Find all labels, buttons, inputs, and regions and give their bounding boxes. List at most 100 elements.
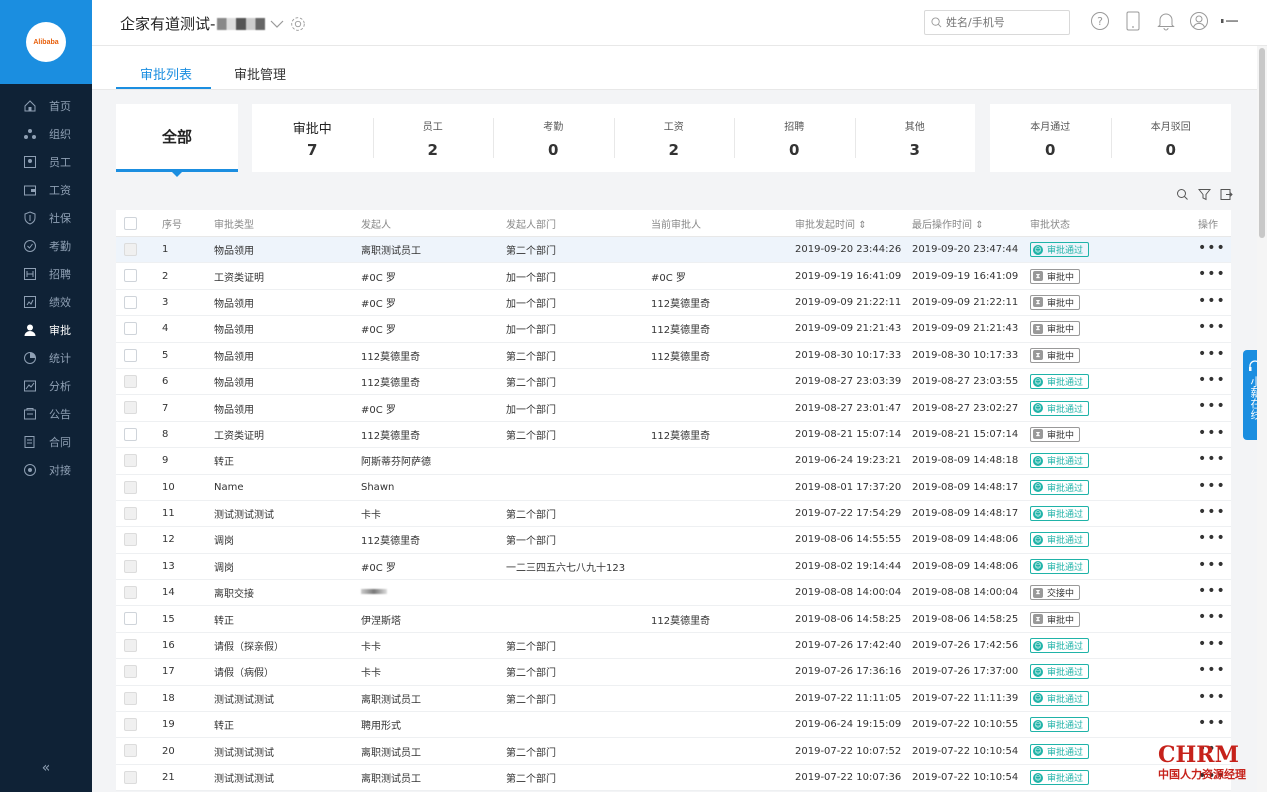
sidebar-item-8[interactable]: 审批: [0, 316, 92, 344]
table-row[interactable]: 18 测试测试测试 离职测试员工 第二个部门 2019-07-22 11:11:05 20…: [116, 686, 1231, 713]
menu-icon[interactable]: [1220, 11, 1240, 31]
table-row[interactable]: 20 测试测试测试 离职测试员工 第二个部门 2019-07-22 10:07:52 20…: [116, 738, 1231, 765]
mobile-icon[interactable]: [1123, 11, 1143, 31]
sidebar-item-13[interactable]: 对接: [0, 456, 92, 484]
summary-card[interactable]: 其他 3: [854, 104, 976, 172]
summary-card[interactable]: 招聘 0: [734, 104, 855, 172]
scrollbar-thumb[interactable]: [1259, 48, 1265, 238]
search-box[interactable]: [924, 10, 1070, 35]
export-icon[interactable]: [1220, 188, 1234, 202]
sidebar-item-5[interactable]: 考勤: [0, 232, 92, 260]
sidebar-item-3[interactable]: 工资: [0, 176, 92, 204]
cell-last-time: 2019-07-22 10:10:54: [912, 772, 1019, 783]
table-row[interactable]: 19 转正 聘用形式 2019-06-24 19:15:09 2019-07-22 10…: [116, 712, 1231, 739]
gear-icon[interactable]: [289, 15, 307, 33]
table-row[interactable]: 1 物品领用 离职测试员工 第二个部门 2019-09-20 23:44:26 2019-…: [116, 237, 1231, 264]
table-row[interactable]: 6 物品领用 112莫德里奇 第二个部门 2019-08-27 23:03:39 2019…: [116, 369, 1231, 396]
sidebar-item-10[interactable]: 分析: [0, 372, 92, 400]
more-actions-icon[interactable]: •••: [1198, 240, 1226, 256]
more-actions-icon[interactable]: •••: [1198, 451, 1226, 467]
more-actions-icon[interactable]: •••: [1198, 557, 1226, 573]
row-checkbox[interactable]: [124, 295, 137, 309]
table-row[interactable]: 2 工资类证明 #0C 罗 加一个部门 #0C 罗 2019-09-19 16:41:09…: [116, 263, 1231, 290]
more-actions-icon[interactable]: •••: [1198, 583, 1226, 599]
table-row[interactable]: 17 请假（病假） 卡卡 第二个部门 2019-07-26 17:36:16 2019-0…: [116, 659, 1231, 686]
cell-approver: 112莫德里奇: [651, 430, 711, 442]
filter-icon[interactable]: [1198, 188, 1212, 202]
table-row[interactable]: 7 物品领用 #0C 罗 加一个部门 2019-08-27 23:01:47 2019-0…: [116, 395, 1231, 422]
more-actions-icon[interactable]: •••: [1198, 715, 1226, 731]
more-actions-icon[interactable]: •••: [1198, 398, 1226, 414]
sidebar-item-1[interactable]: 组织: [0, 120, 92, 148]
table-row[interactable]: 16 请假（探亲假） 卡卡 第二个部门 2019-07-26 17:42:40 2019-…: [116, 633, 1231, 660]
more-actions-icon[interactable]: •••: [1198, 266, 1226, 282]
table-row[interactable]: 4 物品领用 #0C 罗 加一个部门 112莫德里奇 2019-09-09 21:21:4…: [116, 316, 1231, 343]
more-actions-icon[interactable]: •••: [1198, 372, 1226, 388]
collapse-sidebar-icon[interactable]: «: [0, 760, 92, 776]
table-row[interactable]: 10 Name Shawn 2019-08-01 17:37:20 2019-08-09…: [116, 475, 1231, 501]
filter-all-card[interactable]: 全部: [116, 104, 238, 177]
summary-card[interactable]: 本月驳回 0: [1110, 104, 1232, 172]
more-actions-icon[interactable]: •••: [1198, 530, 1226, 546]
select-all-checkbox[interactable]: [124, 217, 137, 230]
summary-card[interactable]: 考勤 0: [493, 104, 614, 172]
search-input[interactable]: [946, 16, 1066, 29]
sidebar-item-12[interactable]: 合同: [0, 428, 92, 456]
cell-initiator: #0C 罗: [361, 404, 396, 416]
more-actions-icon[interactable]: •••: [1198, 478, 1226, 494]
sidebar-item-2[interactable]: 员工: [0, 148, 92, 176]
header-start-time[interactable]: 审批发起时间 ⇕: [795, 216, 867, 231]
table-row[interactable]: 13 调岗 #0C 罗 一二三四五六七八九十123 2019-08-02 19:14:4…: [116, 554, 1231, 581]
sidebar-item-label: 绩效: [49, 296, 71, 309]
row-checkbox: [124, 454, 137, 468]
scrollbar[interactable]: [1257, 46, 1267, 792]
company-switcher[interactable]: 企家有道测试-: [120, 13, 307, 34]
sidebar-item-0[interactable]: 首页: [0, 92, 92, 120]
bell-icon[interactable]: [1156, 11, 1176, 31]
more-actions-icon[interactable]: •••: [1198, 425, 1226, 441]
cell-no: 11: [162, 508, 175, 520]
tab-approval-list[interactable]: 审批列表: [140, 64, 192, 83]
watermark: CHRM 中国人力资源经理: [1158, 742, 1246, 781]
sidebar-item-6[interactable]: 招聘: [0, 260, 92, 288]
row-checkbox[interactable]: [124, 427, 137, 441]
table-row[interactable]: 21 测试测试测试 离职测试员工 第二个部门 2019-07-22 10:07:36 20…: [116, 765, 1231, 792]
row-checkbox[interactable]: [124, 269, 137, 283]
more-actions-icon[interactable]: •••: [1198, 319, 1226, 335]
help-icon[interactable]: ?: [1090, 11, 1110, 31]
table-row[interactable]: 14 离职交接 2019-08-08 14:00:04 2019-08-08 14:0…: [116, 580, 1231, 607]
sidebar-item-label: 统计: [49, 352, 71, 365]
summary-card[interactable]: 本月通过 0: [990, 104, 1111, 172]
summary-card[interactable]: 员工 2: [372, 104, 494, 172]
more-actions-icon[interactable]: •••: [1198, 662, 1226, 678]
table-row[interactable]: 5 物品领用 112莫德里奇 第二个部门 112莫德里奇 2019-08-30 10:17…: [116, 343, 1231, 369]
sidebar-item-7[interactable]: 绩效: [0, 288, 92, 316]
table-row[interactable]: 12 调岗 112莫德里奇 第一个部门 2019-08-06 14:55:55 2019-…: [116, 527, 1231, 554]
summary-card[interactable]: 审批中 7: [252, 104, 373, 172]
table-row[interactable]: 11 测试测试测试 卡卡 第二个部门 2019-07-22 17:54:29 2019-0…: [116, 501, 1231, 528]
row-checkbox[interactable]: [124, 322, 137, 336]
company-logo[interactable]: Alibaba: [26, 22, 66, 62]
header-type: 审批类型: [214, 219, 254, 231]
wallet-icon: [22, 183, 37, 197]
table-row[interactable]: 9 转正 阿斯蒂芬阿萨德 2019-06-24 19:23:21 2019-08-09 …: [116, 448, 1231, 475]
summary-card[interactable]: 工资 2: [613, 104, 735, 172]
more-actions-icon[interactable]: •••: [1198, 609, 1226, 625]
table-row[interactable]: 8 工资类证明 112莫德里奇 第二个部门 112莫德里奇 2019-08-21 15:0…: [116, 422, 1231, 449]
table-row[interactable]: 15 转正 伊涅斯塔 112莫德里奇 2019-08-06 14:58:25 2019-0…: [116, 606, 1231, 633]
header-last-time[interactable]: 最后操作时间 ⇕: [912, 216, 984, 231]
sidebar-item-11[interactable]: 公告: [0, 400, 92, 428]
more-actions-icon[interactable]: •••: [1198, 636, 1226, 652]
sidebar-item-9[interactable]: 统计: [0, 344, 92, 372]
search-icon[interactable]: [1176, 188, 1190, 202]
row-checkbox[interactable]: [124, 612, 137, 626]
more-actions-icon[interactable]: •••: [1198, 504, 1226, 520]
more-actions-icon[interactable]: •••: [1198, 346, 1226, 362]
more-actions-icon[interactable]: •••: [1198, 293, 1226, 309]
tab-approval-management[interactable]: 审批管理: [234, 64, 286, 83]
more-actions-icon[interactable]: •••: [1198, 689, 1226, 705]
table-row[interactable]: 3 物品领用 #0C 罗 加一个部门 112莫德里奇 2019-09-09 21:22:1…: [116, 290, 1231, 317]
row-checkbox[interactable]: [124, 348, 137, 362]
avatar-icon[interactable]: [1189, 11, 1209, 31]
sidebar-item-4[interactable]: 社保: [0, 204, 92, 232]
